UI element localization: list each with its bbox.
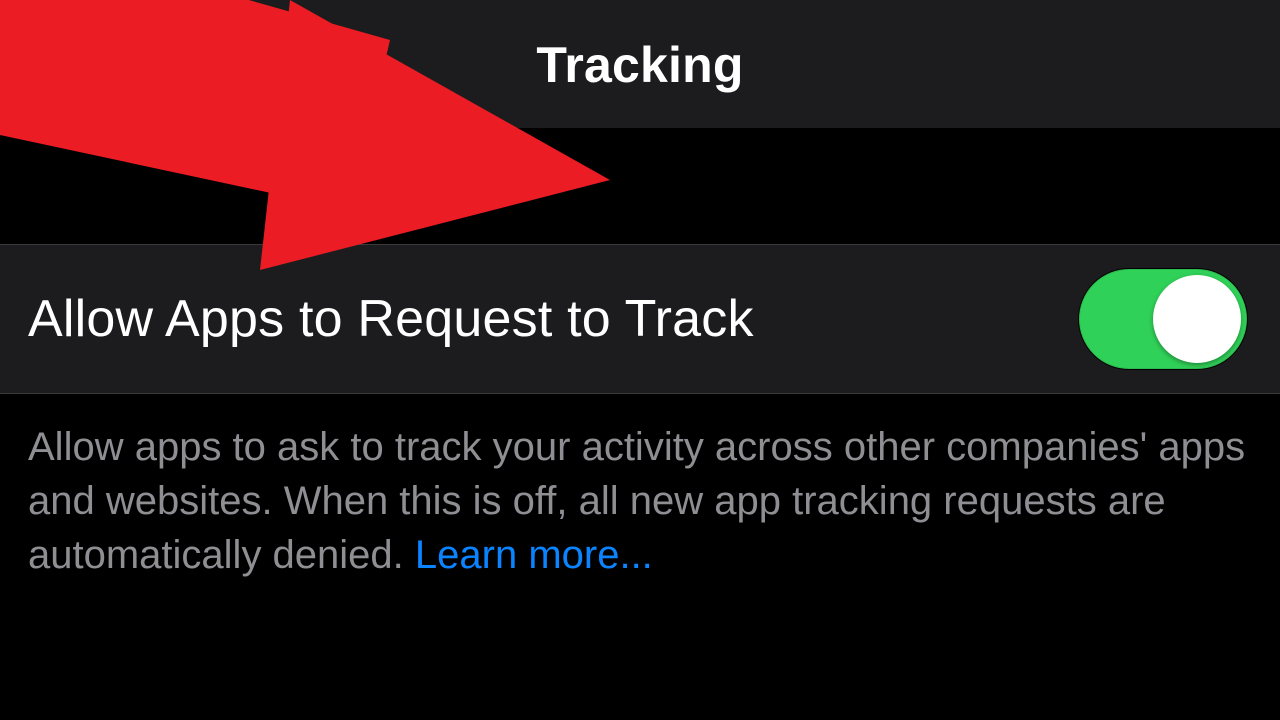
learn-more-link[interactable]: Learn more... [415, 533, 653, 577]
toggle-knob [1153, 275, 1241, 363]
nav-header: Tracking [0, 0, 1280, 129]
setting-description: Allow apps to ask to track your activity… [28, 420, 1252, 582]
settings-tracking-screen: Tracking Allow Apps to Request to Track … [0, 0, 1280, 720]
section-gap [0, 128, 1280, 244]
allow-tracking-toggle[interactable] [1078, 268, 1248, 370]
page-title: Tracking [536, 36, 743, 94]
allow-apps-request-track-row[interactable]: Allow Apps to Request to Track [0, 244, 1280, 394]
setting-label: Allow Apps to Request to Track [28, 289, 754, 349]
